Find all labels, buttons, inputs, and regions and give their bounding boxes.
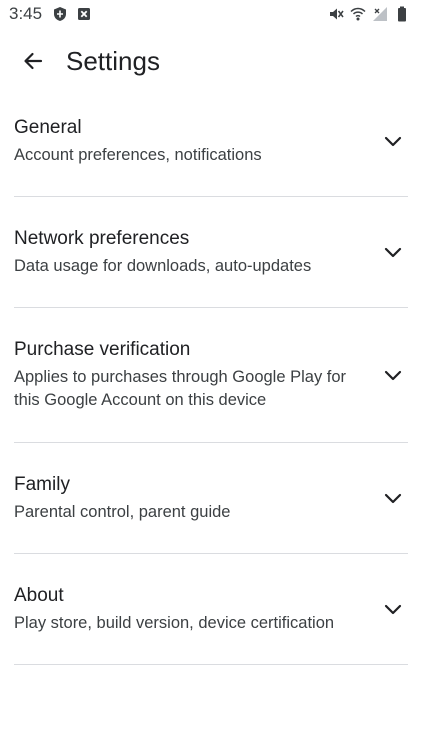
settings-list: General Account preferences, notificatio… xyxy=(0,92,422,665)
chevron-down-icon[interactable] xyxy=(382,364,404,386)
chevron-down-icon[interactable] xyxy=(382,130,404,152)
page-title: Settings xyxy=(66,46,160,76)
divider xyxy=(14,664,408,665)
chevron-down-icon[interactable] xyxy=(382,241,404,263)
settings-item-network-preferences[interactable]: Network preferences Data usage for downl… xyxy=(0,197,422,308)
settings-item-about[interactable]: About Play store, build version, device … xyxy=(0,554,422,665)
settings-item-subtitle: Data usage for downloads, auto-updates xyxy=(14,257,312,275)
settings-item-family[interactable]: Family Parental control, parent guide xyxy=(0,443,422,554)
chevron-down-icon[interactable] xyxy=(382,487,404,509)
vibrate-mute-icon xyxy=(330,8,344,20)
battery-icon xyxy=(398,6,406,22)
settings-item-purchase-verification[interactable]: Purchase verification Applies to purchas… xyxy=(0,308,422,443)
settings-item-title: Purchase verification xyxy=(14,339,191,360)
status-right-icons xyxy=(328,6,410,22)
notification-x-icon xyxy=(78,8,90,20)
back-button[interactable] xyxy=(14,42,52,80)
arrow-back-icon xyxy=(24,52,43,70)
wifi-icon xyxy=(350,7,366,21)
status-left-icons xyxy=(52,6,92,22)
settings-item-subtitle: Parental control, parent guide xyxy=(14,503,231,521)
status-time: 3:45 xyxy=(9,4,43,23)
chevron-down-icon[interactable] xyxy=(382,598,404,620)
settings-item-subtitle: Account preferences, notifications xyxy=(14,146,262,164)
settings-item-general[interactable]: General Account preferences, notificatio… xyxy=(0,92,422,197)
app-bar: Settings xyxy=(0,30,422,92)
settings-item-title: Network preferences xyxy=(14,228,190,249)
settings-item-subtitle: Play store, build version, device certif… xyxy=(14,614,335,632)
no-signal-icon xyxy=(373,7,387,21)
settings-item-title: About xyxy=(14,585,64,606)
settings-item-title: Family xyxy=(14,474,70,495)
status-bar: 3:45 xyxy=(0,0,422,30)
shield-icon xyxy=(54,7,66,21)
settings-item-title: General xyxy=(14,117,82,138)
settings-item-subtitle: Applies to purchases through Google Play… xyxy=(14,368,347,409)
